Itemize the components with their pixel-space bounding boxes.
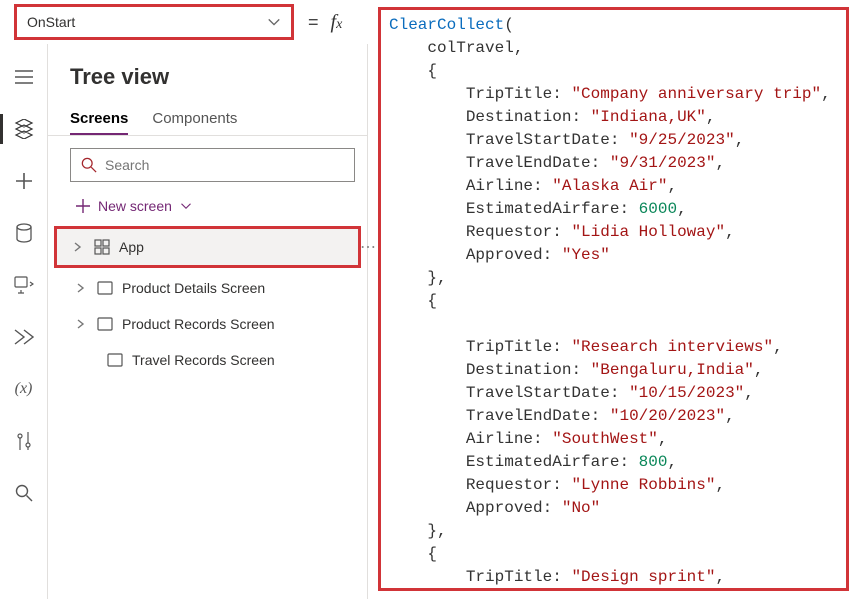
variables-icon[interactable]: (x) <box>13 378 35 400</box>
chevron-right-icon <box>76 319 88 329</box>
media-icon[interactable] <box>13 274 35 296</box>
tree-view-panel: Tree view Screens Components New screen … <box>48 44 367 599</box>
search-nav-icon[interactable] <box>13 482 35 504</box>
search-icon <box>81 157 97 173</box>
screen-icon <box>106 351 124 369</box>
screen-icon <box>96 279 114 297</box>
tree-tabs: Screens Components <box>70 110 355 135</box>
tree-view-title: Tree view <box>70 64 355 90</box>
tree-item-label: Product Records Screen <box>122 316 275 332</box>
new-screen-button[interactable]: New screen <box>70 194 355 218</box>
search-input[interactable] <box>105 157 344 173</box>
chevron-right-icon <box>76 283 88 293</box>
power-automate-icon[interactable] <box>13 326 35 348</box>
left-nav-rail: (x) <box>0 44 48 599</box>
tree-item-label: App <box>119 239 144 255</box>
chevron-right-icon <box>73 242 85 252</box>
more-icon[interactable]: ⋯ <box>360 237 376 257</box>
plus-icon <box>76 199 90 213</box>
tree-item-travel-records[interactable]: Travel Records Screen <box>70 342 355 378</box>
tree-item-label: Product Details Screen <box>122 280 265 296</box>
insert-icon[interactable] <box>13 170 35 192</box>
panel-divider <box>367 44 368 599</box>
property-selector[interactable]: OnStart <box>14 4 294 40</box>
tab-components[interactable]: Components <box>152 110 237 135</box>
tree-search[interactable] <box>70 148 355 182</box>
tree-item-label: Travel Records Screen <box>132 352 275 368</box>
tree-view-icon[interactable] <box>13 118 35 140</box>
hamburger-icon[interactable] <box>13 66 35 88</box>
chevron-down-icon <box>180 200 192 212</box>
app-icon <box>93 238 111 256</box>
chevron-down-icon <box>267 15 281 29</box>
new-screen-label: New screen <box>98 198 172 214</box>
equals-sign: = <box>308 12 319 33</box>
tree-item-product-details[interactable]: Product Details Screen <box>70 270 355 306</box>
formula-bar[interactable]: ClearCollect( colTravel, { TripTitle: "C… <box>378 7 849 591</box>
data-icon[interactable] <box>13 222 35 244</box>
tab-screens[interactable]: Screens <box>70 110 128 135</box>
fx-icon[interactable]: fx <box>331 11 343 34</box>
formula-code[interactable]: ClearCollect( colTravel, { TripTitle: "C… <box>389 14 838 591</box>
screen-icon <box>96 315 114 333</box>
tree-item-app[interactable]: App <box>67 229 358 265</box>
tree-item-product-records[interactable]: Product Records Screen <box>70 306 355 342</box>
advanced-tools-icon[interactable] <box>13 430 35 452</box>
property-selector-value: OnStart <box>27 14 75 30</box>
